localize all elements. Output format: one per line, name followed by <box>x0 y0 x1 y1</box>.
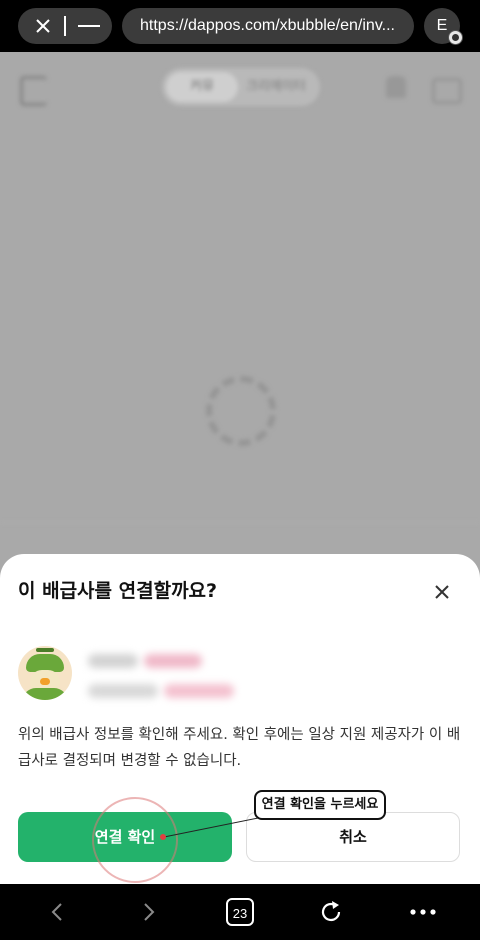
page-segmented-control: 커뮤 크리에이터 <box>162 68 320 106</box>
sheet-description: 위의 배급사 정보를 확인해 주세요. 확인 후에는 일상 지원 제공자가 이 … <box>18 727 461 769</box>
segment-left: 커뮤 <box>166 72 238 102</box>
extension-icon: E <box>436 17 448 34</box>
redacted-text <box>164 684 234 698</box>
divider <box>64 16 66 36</box>
propeller-shape <box>36 648 54 652</box>
tap-indicator-ring <box>92 797 178 883</box>
body-shape <box>22 688 68 700</box>
tabs-icon[interactable]: 23 <box>226 898 254 926</box>
segment-right: 크리에이터 <box>246 79 306 94</box>
more-icon[interactable] <box>408 900 438 924</box>
callout-pointer-line <box>164 816 268 838</box>
redacted-text <box>88 684 158 698</box>
close-icon[interactable] <box>32 15 54 37</box>
reload-icon[interactable] <box>318 899 344 925</box>
browser-window-controls <box>18 8 112 44</box>
distributor-avatar <box>18 646 72 700</box>
forward-icon[interactable] <box>136 900 160 924</box>
beak-shape <box>40 678 50 685</box>
extension-badge-icon <box>448 30 463 45</box>
loading-spinner-icon <box>206 376 276 446</box>
tap-indicator-dot <box>160 834 166 840</box>
browser-top-bar: https://dappos.com/xbubble/en/inv... E <box>0 0 480 52</box>
extension-button[interactable]: E <box>424 8 463 45</box>
back-icon[interactable] <box>46 900 70 924</box>
minimize-icon[interactable] <box>78 25 100 27</box>
browser-bottom-nav: 23 <box>0 884 480 940</box>
instruction-callout: 연결 확인을 누르세요 <box>254 790 386 820</box>
page-back-icon <box>20 76 47 106</box>
page-menu-icon <box>432 78 462 104</box>
redacted-text <box>144 654 202 668</box>
redacted-text <box>88 654 138 668</box>
distributor-info-redacted <box>88 650 248 710</box>
address-bar[interactable]: https://dappos.com/xbubble/en/inv... <box>122 8 414 44</box>
divider <box>0 522 480 523</box>
sheet-title: 이 배급사를 연결할까요? <box>18 580 218 602</box>
sheet-close-icon[interactable] <box>430 580 454 604</box>
connect-distributor-sheet: 이 배급사를 연결할까요? 위의 배급사 정보를 확인해 주세요. 확인 후에는… <box>0 554 480 884</box>
page-profile-icon <box>386 76 406 98</box>
